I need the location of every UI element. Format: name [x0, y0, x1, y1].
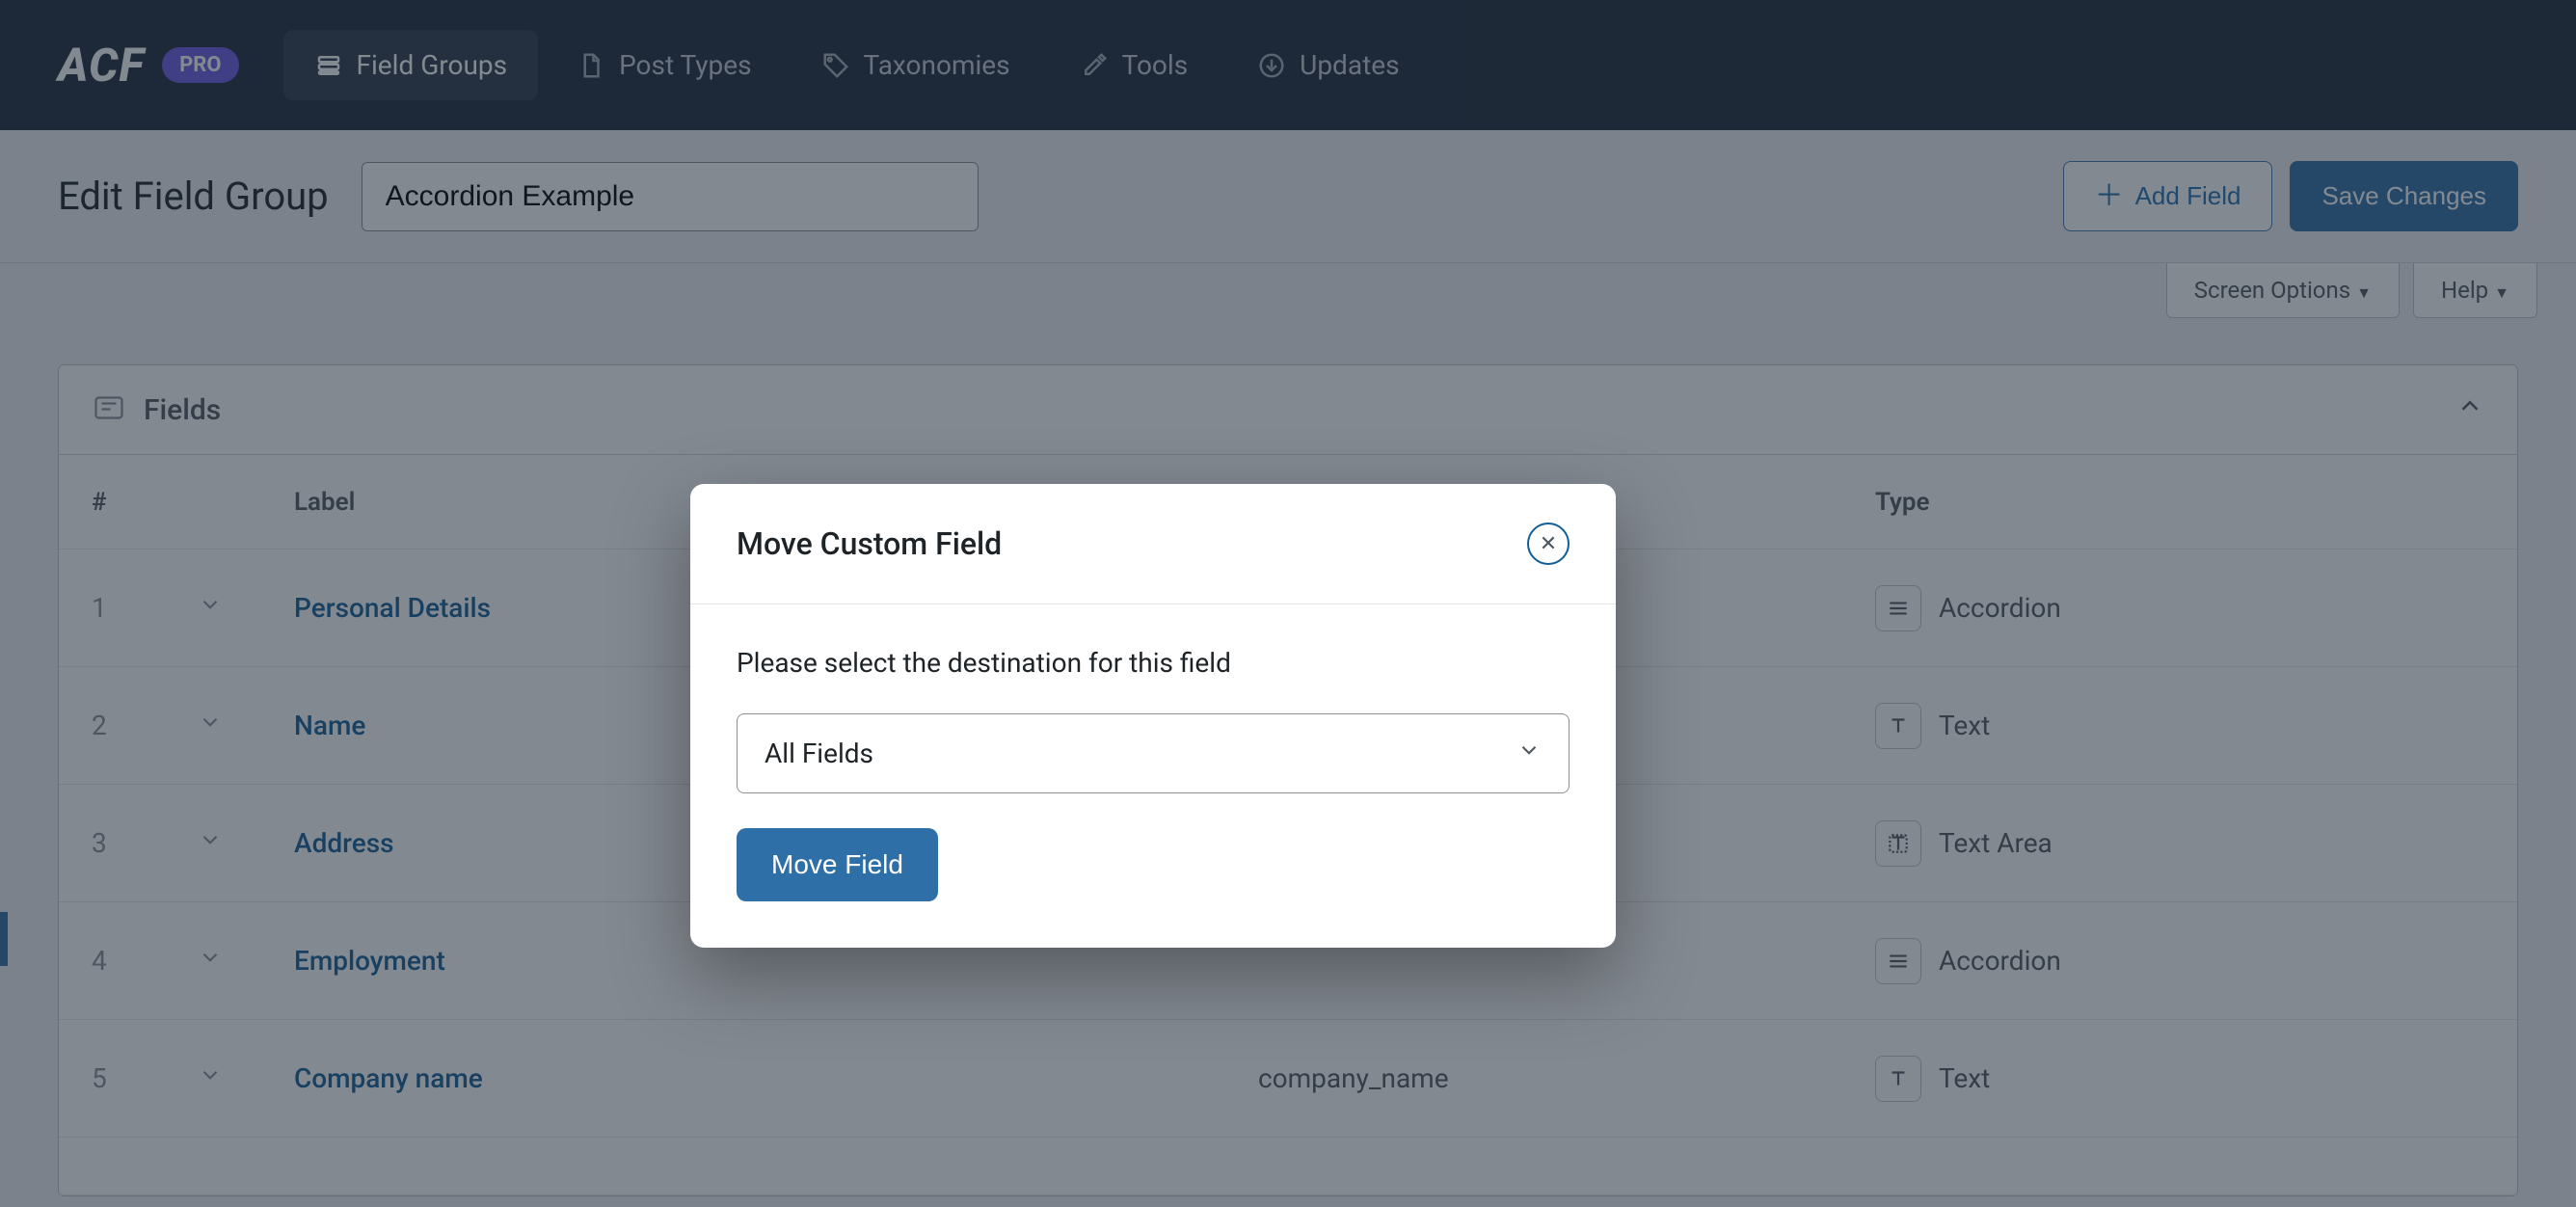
select-value: All Fields [765, 738, 873, 769]
modal-close-button[interactable]: ✕ [1527, 523, 1570, 565]
chevron-down-icon [1516, 738, 1542, 769]
destination-select[interactable]: All Fields [737, 713, 1570, 793]
modal-prompt-text: Please select the destination for this f… [737, 647, 1570, 679]
move-field-modal: Move Custom Field ✕ Please select the de… [690, 484, 1616, 948]
button-label: Move Field [771, 849, 903, 879]
close-icon: ✕ [1540, 532, 1557, 556]
modal-title: Move Custom Field [737, 525, 1002, 562]
move-field-submit-button[interactable]: Move Field [737, 828, 938, 901]
